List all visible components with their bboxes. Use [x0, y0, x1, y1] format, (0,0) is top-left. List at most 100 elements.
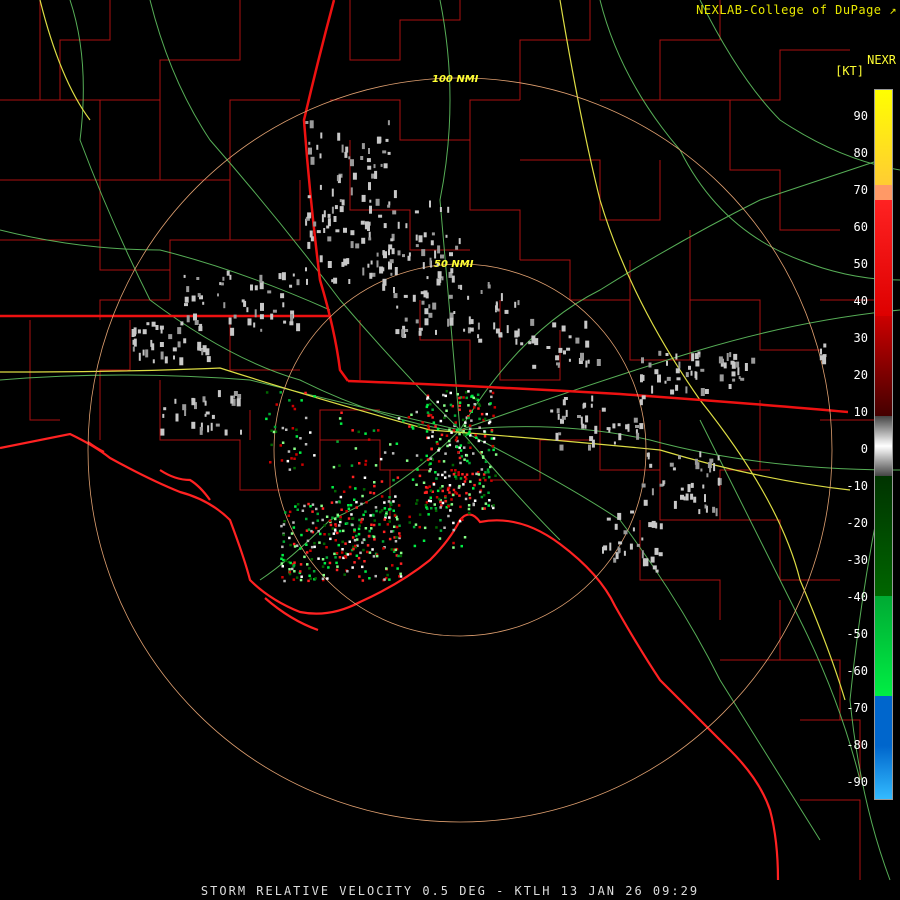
echo-pixel: [265, 391, 269, 394]
echo-pixel: [334, 556, 337, 559]
echo-pixel: [426, 424, 430, 428]
color-scale-segment: [875, 696, 892, 746]
echo-pixel: [191, 295, 196, 302]
echo-pixel: [618, 547, 621, 553]
echo-pixel: [490, 479, 493, 482]
echo-pixel: [288, 399, 291, 402]
echo-pixel: [483, 417, 487, 421]
echo-pixel: [641, 357, 644, 364]
echo-pixel: [309, 120, 314, 129]
echo-pixel: [331, 188, 334, 197]
echo-pixel: [334, 539, 337, 542]
echo-pixel: [393, 293, 398, 299]
echo-pixel: [488, 475, 491, 479]
color-scale-tick-label: -10: [846, 479, 868, 493]
echo-pixel: [683, 496, 686, 501]
echo-pixel: [333, 528, 337, 531]
echo-pixel: [373, 519, 376, 522]
echo-pixel: [651, 385, 654, 394]
echo-pixel: [327, 566, 330, 569]
echo-pixel: [415, 244, 419, 248]
echo-pixel: [346, 553, 350, 556]
echo-pixel: [330, 501, 334, 504]
external-link-icon[interactable]: ↗: [889, 3, 897, 17]
echo-pixel: [448, 484, 452, 487]
echo-pixel: [450, 498, 453, 501]
echo-pixel: [411, 425, 414, 429]
echo-pixel: [485, 412, 488, 416]
echo-pixel: [424, 486, 428, 489]
echo-pixel: [558, 347, 563, 353]
echo-pixel: [452, 429, 456, 432]
echo-pixel: [655, 569, 659, 573]
echo-pixel: [568, 335, 572, 339]
echo-pixel: [482, 485, 485, 488]
echo-pixel: [458, 456, 462, 460]
echo-pixel: [402, 419, 405, 423]
echo-pixel: [282, 558, 285, 562]
echo-pixel: [382, 283, 386, 291]
echo-pixel: [366, 544, 370, 547]
echo-pixel: [415, 483, 418, 486]
echo-pixel: [233, 395, 235, 399]
echo-pixel: [688, 365, 691, 370]
echo-pixel: [210, 422, 213, 431]
echo-pixel: [629, 543, 633, 550]
echo-pixel: [397, 221, 400, 229]
echo-pixel: [515, 338, 518, 345]
echo-pixel: [413, 544, 417, 548]
echo-pixel: [160, 328, 163, 334]
echo-pixel: [168, 334, 173, 340]
echo-pixel: [436, 263, 439, 267]
echo-pixel: [394, 495, 397, 498]
echo-pixel: [388, 578, 391, 581]
echo-pixel: [331, 527, 335, 530]
echo-pixel: [450, 268, 454, 274]
echo-pixel: [718, 356, 723, 364]
echo-pixel: [236, 398, 241, 407]
echo-pixel: [380, 495, 384, 498]
echo-pixel: [487, 448, 491, 452]
echo-pixel: [504, 309, 509, 314]
echo-pixel: [295, 576, 299, 579]
echo-pixel: [268, 412, 271, 416]
echo-pixel: [491, 444, 495, 448]
echo-pixel: [289, 543, 292, 547]
echo-pixel: [304, 416, 308, 420]
echo-pixel: [465, 473, 469, 476]
echo-pixel: [492, 437, 496, 440]
echo-pixel: [418, 330, 422, 336]
color-scale-tick-label: -30: [846, 553, 868, 567]
echo-pixel: [282, 302, 285, 308]
echo-pixel: [495, 328, 500, 334]
echo-pixel: [452, 521, 455, 525]
echo-pixel: [517, 300, 520, 306]
echo-pixel: [395, 525, 399, 529]
color-scale-tick-label: 50: [853, 257, 868, 271]
echo-pixel: [205, 411, 210, 415]
echo-pixel: [309, 431, 312, 434]
echo-pixel: [272, 430, 276, 434]
echo-pixel: [652, 565, 657, 570]
echo-pixel: [685, 386, 688, 394]
color-scale-tick-label: 70: [853, 183, 868, 197]
echo-pixel: [534, 338, 539, 346]
echo-pixel: [685, 372, 689, 378]
color-scale-tick-label: -20: [846, 516, 868, 530]
echo-pixel: [378, 214, 383, 218]
echo-pixel: [288, 570, 291, 574]
echo-pixel: [371, 548, 374, 551]
echo-pixel: [288, 510, 292, 514]
echo-pixel: [625, 424, 630, 430]
echo-pixel: [278, 273, 282, 280]
echo-pixel: [362, 513, 365, 517]
echo-pixel: [633, 417, 638, 423]
echo-pixel: [654, 547, 659, 555]
echo-pixel: [364, 432, 367, 435]
echo-pixel: [301, 463, 304, 466]
echo-pixel: [343, 573, 346, 576]
echo-pixel: [478, 482, 481, 485]
echo-pixel: [372, 429, 376, 432]
echo-pixel: [319, 153, 322, 159]
echo-pixel: [561, 415, 566, 420]
